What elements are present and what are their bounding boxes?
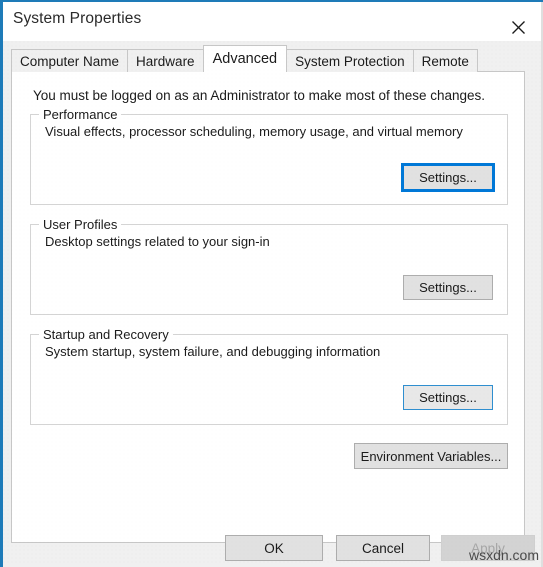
performance-settings-button[interactable]: Settings...	[403, 165, 493, 190]
window-border-top	[0, 0, 543, 2]
apply-button: Apply	[441, 535, 535, 561]
group-performance: Performance Visual effects, processor sc…	[30, 107, 508, 205]
system-properties-window: System Properties Computer Name Hardware…	[0, 0, 543, 567]
cancel-button[interactable]: Cancel	[336, 535, 430, 561]
tab-system-protection[interactable]: System Protection	[286, 49, 414, 72]
group-startup-and-recovery: Startup and Recovery System startup, sys…	[30, 327, 508, 425]
administrator-note: You must be logged on as an Administrato…	[33, 88, 486, 103]
title-bar: System Properties	[3, 2, 541, 41]
window-title: System Properties	[13, 10, 142, 27]
tab-page-advanced: You must be logged on as an Administrato…	[11, 71, 525, 543]
tab-advanced[interactable]: Advanced	[202, 45, 288, 72]
group-startup-and-recovery-description: System startup, system failure, and debu…	[45, 344, 381, 359]
ok-button[interactable]: OK	[225, 535, 323, 561]
group-performance-title: Performance	[39, 107, 122, 122]
tab-computer-name[interactable]: Computer Name	[11, 49, 129, 72]
tab-remote[interactable]: Remote	[412, 49, 478, 72]
tab-hardware[interactable]: Hardware	[127, 49, 204, 72]
startup-recovery-settings-button[interactable]: Settings...	[403, 385, 493, 410]
close-icon	[495, 20, 541, 35]
group-user-profiles-description: Desktop settings related to your sign-in	[45, 234, 270, 249]
environment-variables-button[interactable]: Environment Variables...	[354, 443, 508, 469]
window-border-left	[0, 0, 3, 567]
group-startup-and-recovery-title: Startup and Recovery	[39, 327, 173, 342]
close-button[interactable]	[495, 2, 541, 41]
group-performance-description: Visual effects, processor scheduling, me…	[45, 124, 463, 139]
user-profiles-settings-button[interactable]: Settings...	[403, 275, 493, 300]
group-user-profiles: User Profiles Desktop settings related t…	[30, 217, 508, 315]
dialog-body: Computer Name Hardware Advanced System P…	[3, 41, 541, 565]
tab-strip: Computer Name Hardware Advanced System P…	[11, 45, 478, 72]
group-user-profiles-title: User Profiles	[39, 217, 122, 232]
